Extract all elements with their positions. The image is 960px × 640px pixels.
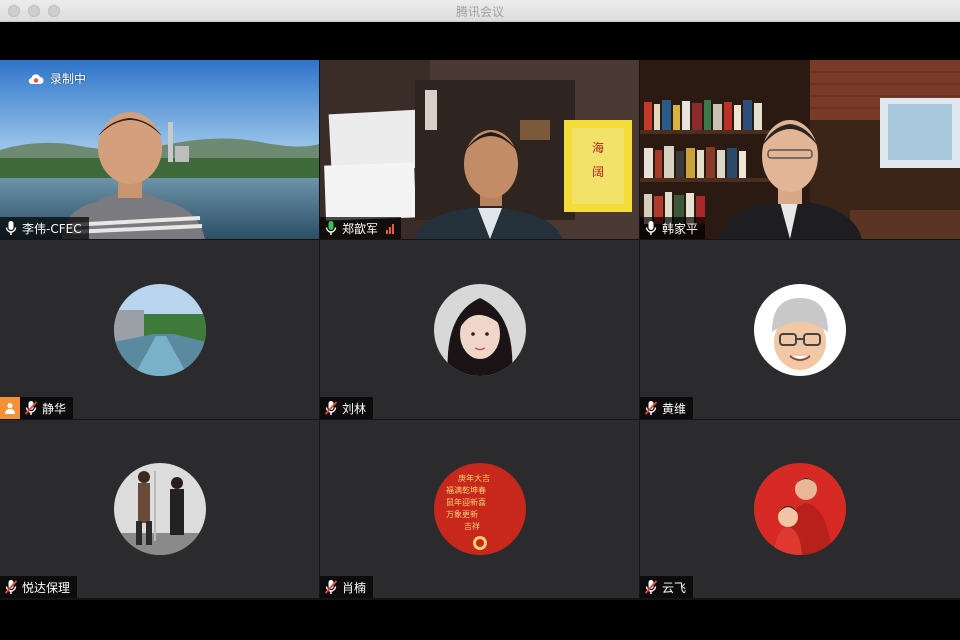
- participant-tile[interactable]: 云飞: [640, 420, 960, 598]
- avatar-gym-photo: [113, 463, 206, 555]
- video-feed-study: [640, 60, 960, 239]
- microphone-muted-icon: [324, 401, 338, 415]
- participant-nameplate: 刘林: [320, 397, 374, 419]
- participant-name: 黄维: [662, 401, 687, 416]
- participant-tile-active-speaker[interactable]: 海 阔 郑歆军: [320, 60, 639, 239]
- svg-text:万象更新: 万象更新: [446, 509, 478, 519]
- video-grid: 录制中 李伟-CFEC 海 阔 郑歆军 韩家平 静华 刘林 黄维 悦达保理 庚年…: [0, 60, 960, 600]
- svg-text:吉祥: 吉祥: [464, 521, 480, 531]
- participant-nameplate: 韩家平: [640, 217, 706, 239]
- microphone-muted-icon: [644, 580, 658, 594]
- participant-nameplate: 肖楠: [320, 576, 374, 598]
- participant-tile[interactable]: 录制中 李伟-CFEC: [0, 60, 319, 239]
- participant-tile[interactable]: 悦达保理: [0, 420, 319, 598]
- participant-nameplate: 李伟-CFEC: [0, 217, 89, 239]
- signal-strength-icon: [386, 223, 395, 234]
- recording-label: 录制中: [50, 72, 87, 86]
- avatar: [113, 283, 206, 376]
- participant-tile[interactable]: 静华: [0, 240, 319, 419]
- participant-name: 静华: [42, 401, 67, 416]
- participant-name: 刘林: [342, 401, 367, 416]
- avatar-woman-portrait: [433, 283, 526, 376]
- participant-tile[interactable]: 庚年大吉 福满乾坤春 鼠年迎新喜 万象更新 吉祥 肖楠: [320, 420, 639, 598]
- participant-tile[interactable]: 刘林: [320, 240, 639, 419]
- participant-nameplate: 悦达保理: [0, 576, 78, 598]
- participant-tile[interactable]: 黄维: [640, 240, 960, 419]
- cloud-record-icon: [28, 73, 44, 84]
- avatar: [113, 463, 206, 555]
- participant-name: 郑歆军: [342, 221, 379, 236]
- window-title: 腾讯会议: [455, 5, 504, 19]
- participant-name: 李伟-CFEC: [22, 221, 82, 236]
- svg-text:庚年大吉: 庚年大吉: [458, 473, 490, 483]
- participant-tile[interactable]: 韩家平: [640, 60, 960, 239]
- participant-name: 肖楠: [342, 580, 367, 595]
- avatar-family-photo: [754, 463, 846, 555]
- participant-nameplate: 静华: [20, 397, 74, 419]
- participant-nameplate: 云飞: [640, 576, 694, 598]
- participant-name: 韩家平: [662, 221, 699, 236]
- microphone-muted-icon: [324, 580, 338, 594]
- person-icon: [5, 403, 15, 414]
- avatar: [754, 463, 846, 555]
- svg-text:海: 海: [592, 140, 604, 155]
- participant-name: 悦达保理: [22, 580, 71, 595]
- microphone-muted-icon: [4, 580, 18, 594]
- participant-nameplate: 郑歆军: [320, 217, 402, 239]
- microphone-speaking-icon: [325, 221, 337, 235]
- avatar-memoji: [754, 283, 846, 376]
- svg-text:福满乾坤春: 福满乾坤春: [446, 485, 486, 495]
- microphone-icon: [645, 221, 657, 235]
- avatar-river-photo: [113, 283, 206, 376]
- avatar-red-calligraphy: 庚年大吉 福满乾坤春 鼠年迎新喜 万象更新 吉祥: [433, 463, 526, 555]
- participant-name: 云飞: [662, 580, 687, 595]
- microphone-muted-icon: [644, 401, 658, 415]
- host-badge: [0, 397, 20, 419]
- svg-text:阔: 阔: [592, 165, 604, 179]
- avatar: [754, 283, 846, 376]
- window-titlebar: 腾讯会议: [0, 0, 960, 22]
- avatar: 庚年大吉 福满乾坤春 鼠年迎新喜 万象更新 吉祥: [433, 463, 526, 555]
- video-feed-office: 海 阔: [320, 60, 639, 239]
- participant-nameplate: 黄维: [640, 397, 694, 419]
- microphone-icon: [5, 221, 17, 235]
- avatar: [433, 283, 526, 376]
- microphone-muted-icon: [24, 401, 38, 415]
- svg-text:鼠年迎新喜: 鼠年迎新喜: [446, 497, 486, 507]
- recording-indicator[interactable]: 录制中: [28, 70, 86, 87]
